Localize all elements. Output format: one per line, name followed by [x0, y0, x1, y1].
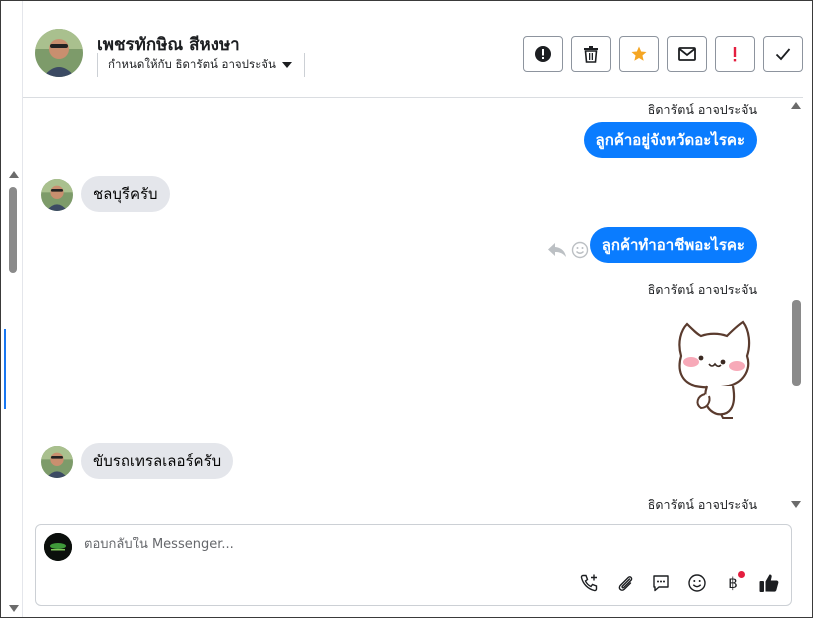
header-actions [523, 36, 803, 72]
assign-dropdown[interactable]: กำหนดให้กับ ธิดารัตน์ อาจประจัน [97, 53, 305, 77]
contact-avatar[interactable] [35, 29, 83, 77]
star-button[interactable] [619, 36, 659, 72]
emoji-reaction-icon[interactable] [571, 241, 589, 259]
outgoing-message[interactable]: ลูกค้าอยู่จังหวัดอะไรคะ [583, 122, 757, 158]
incoming-message[interactable]: ขับรถเทรลเลอร์ครับ [81, 443, 234, 479]
outgoing-message[interactable]: ลูกค้าทำอาชีพอะไรคะ [589, 227, 757, 263]
page-avatar [44, 533, 72, 561]
reply-input[interactable] [84, 537, 684, 552]
star-icon [631, 46, 647, 61]
selection-indicator [4, 329, 6, 409]
composer-tools: ฿ [577, 571, 781, 595]
call-add-icon[interactable] [577, 571, 601, 595]
reply-composer: ฿ [35, 524, 792, 606]
inbox-window: เพชรทักษิณ สีหงษา กำหนดให้กับ ธิดารัตน์ … [0, 0, 813, 618]
report-button[interactable] [523, 36, 563, 72]
chevron-down-icon [281, 62, 292, 68]
thread-scroll-up-arrow[interactable] [791, 102, 801, 109]
thread-scrollbar-thumb[interactable] [792, 300, 801, 386]
cat-sticker-icon[interactable] [667, 316, 763, 420]
incoming-message[interactable]: ชลบุรีครับ [81, 176, 170, 212]
exclamation-circle-icon [535, 46, 551, 62]
done-button[interactable] [763, 36, 803, 72]
notification-dot [738, 571, 745, 578]
paperclip-icon[interactable] [613, 571, 637, 595]
svg-text:฿: ฿ [728, 574, 738, 592]
sender-label: ธิดารัตน์ อาจประจัน [647, 102, 757, 117]
baht-icon[interactable]: ฿ [721, 571, 745, 595]
mark-unread-button[interactable] [667, 36, 707, 72]
thumbs-up-icon[interactable] [757, 571, 781, 595]
left-scroll-up-arrow[interactable] [9, 171, 19, 178]
message-thread: ธิดารัตน์ อาจประจัน ลูกค้าอยู่จังหวัดอะไ… [23, 98, 803, 518]
conversation-header: เพชรทักษิณ สีหงษา กำหนดให้กับ ธิดารัตน์ … [23, 9, 803, 98]
sender-label: ธิดารัตน์ อาจประจัน [647, 282, 757, 297]
important-button[interactable] [715, 36, 755, 72]
contact-avatar-small [41, 179, 73, 211]
sender-label: ธิดารัตน์ อาจประจัน [647, 497, 757, 512]
emoji-icon[interactable] [685, 571, 709, 595]
left-scrollbar-thumb[interactable] [9, 187, 17, 273]
envelope-icon [678, 47, 696, 61]
contact-avatar-small [41, 446, 73, 478]
reply-icon[interactable] [547, 241, 567, 259]
left-scroll-down-arrow[interactable] [9, 605, 19, 612]
assign-label: กำหนดให้กับ ธิดารัตน์ อาจประจัน [108, 57, 276, 71]
thread-scroll-down-arrow[interactable] [791, 501, 801, 508]
message-hover-tools [547, 241, 589, 259]
delete-button[interactable] [571, 36, 611, 72]
exclamation-icon [733, 47, 737, 62]
check-icon [775, 48, 791, 61]
saved-reply-icon[interactable] [649, 571, 673, 595]
trash-icon [584, 46, 598, 63]
left-panel-edge [1, 1, 23, 617]
